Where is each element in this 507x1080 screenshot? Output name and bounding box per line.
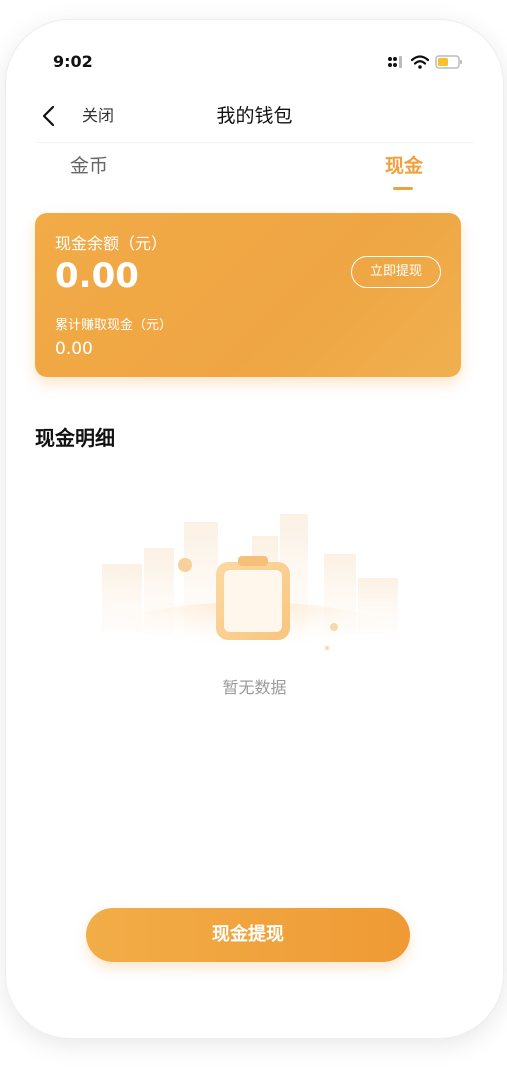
signal-icon [388,56,402,68]
earned-label: 累计赚取现金（元） [55,318,173,333]
status-icons [387,52,463,72]
tab-coins[interactable]: 金币 [70,152,108,180]
earned-value: 0.00 [55,339,93,359]
wifi-icon [411,55,429,69]
battery-icon [435,55,462,69]
tab-active-indicator [393,187,413,190]
nav-divider [36,142,473,143]
screen: 9:02 关闭 我的钱包 金币 现金 现金余额（元） 0.00 立即提现 累计赚… [0,0,507,1080]
phone-frame: 9:02 关闭 我的钱包 金币 现金 现金余额（元） 0.00 立即提现 累计赚… [6,20,503,1038]
page-title: 我的钱包 [216,105,293,127]
cash-details-title: 现金明细 [35,426,115,450]
empty-clipboard-icon [91,514,411,682]
tab-cash[interactable]: 现金 [385,152,423,180]
withdraw-now-button[interactable]: 立即提现 [351,256,441,288]
cash-withdraw-button[interactable]: 现金提现 [86,908,410,962]
status-time: 9:02 [53,52,93,71]
balance-label: 现金余额（元） [55,234,168,253]
balance-value: 0.00 [55,256,139,296]
empty-state-text: 暂无数据 [222,678,287,697]
cash-balance-card: 现金余额（元） 0.00 立即提现 累计赚取现金（元） 0.00 [35,213,461,377]
